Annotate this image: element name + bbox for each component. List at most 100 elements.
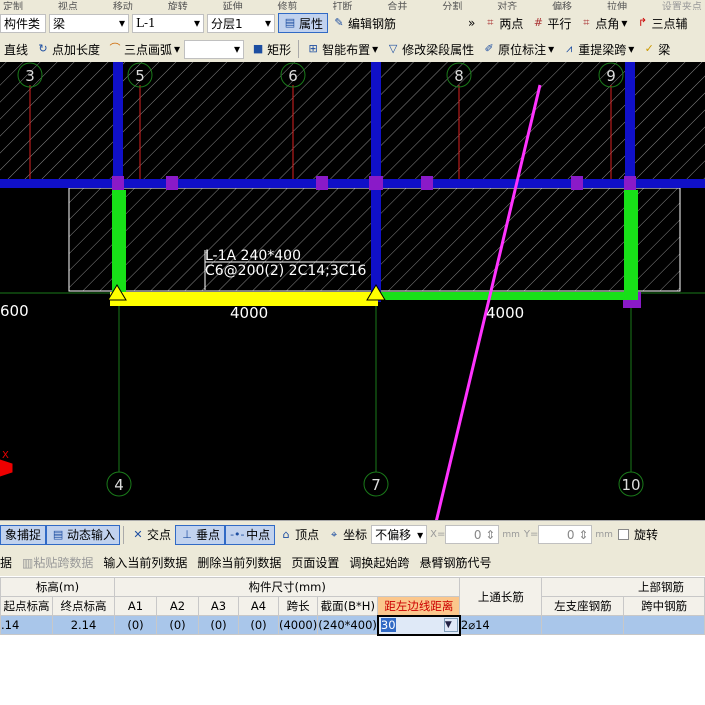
page-setup-button[interactable]: 页面设置 xyxy=(291,554,339,571)
cell[interactable]: .14 xyxy=(0,615,53,635)
menu-item[interactable]: 据 xyxy=(0,554,12,571)
point-angle-icon: ⌗ xyxy=(583,16,590,29)
dynamic-input-icon: ▤ xyxy=(52,527,64,541)
tb-item[interactable]: 旋转 xyxy=(167,0,189,11)
tb-item[interactable]: 拉伸 xyxy=(606,0,628,11)
tb-item[interactable]: 视点 xyxy=(57,0,79,11)
edit-rebar-button[interactable]: ✎ 编辑钢筋 xyxy=(328,13,400,33)
vertex-toggle[interactable]: ⌂ 顶点 xyxy=(275,525,323,545)
y-input[interactable]: 0 ⇕ xyxy=(538,525,593,544)
paste-span-button[interactable]: ▥粘贴跨数据 xyxy=(22,554,93,571)
cell[interactable]: (0) xyxy=(198,615,239,635)
separator xyxy=(298,40,300,58)
smart-layout-button[interactable]: ⊞ 智能布置 ▾ xyxy=(302,39,382,59)
modify-segment-button[interactable]: ▽ 修改梁段属性 xyxy=(382,39,478,59)
cell[interactable] xyxy=(541,615,625,635)
x-input[interactable]: 0 ⇕ xyxy=(445,525,500,544)
midpoint-toggle[interactable]: -•- 中点 xyxy=(225,524,276,545)
intersection-icon: ✕ xyxy=(133,527,143,541)
category-select[interactable]: 梁 ▾ xyxy=(49,13,129,33)
rect-button[interactable]: ■ 矩形 xyxy=(247,39,295,59)
cell[interactable]: (0) xyxy=(114,615,157,635)
point-length-icon: ↻ xyxy=(38,42,48,55)
floor-select[interactable]: 分层1 ▾ xyxy=(207,13,275,33)
component-type-select[interactable]: 构件类 xyxy=(0,13,46,33)
cell[interactable]: (0) xyxy=(238,615,279,635)
column-header: A1 xyxy=(114,596,157,616)
group-header: 标高(m) xyxy=(0,577,115,597)
arc-option-select[interactable]: ▾ xyxy=(184,39,245,59)
more-button[interactable]: » xyxy=(464,13,479,33)
perpendicular-toggle[interactable]: ⊥ 垂点 xyxy=(175,524,226,545)
chevron-down-icon: ▾ xyxy=(118,16,125,30)
line-button[interactable]: 直线 xyxy=(0,39,32,59)
component-name-select[interactable]: L-1 ▾ xyxy=(132,13,204,33)
paste-icon: ▥ xyxy=(22,555,34,570)
tb-item[interactable]: 分割 xyxy=(441,0,463,11)
column-wall xyxy=(113,62,123,188)
column-header-highlighted: 距左边线距离 xyxy=(377,596,461,616)
tb-item[interactable]: 偏移 xyxy=(551,0,573,11)
point-length-label: 点加长度 xyxy=(52,42,101,57)
parallel-button[interactable]: # 平行 xyxy=(527,13,575,33)
axis-label: 3 xyxy=(25,67,35,85)
dynamic-input-toggle[interactable]: ▤ 动态输入 xyxy=(46,524,121,545)
coordinate-toggle[interactable]: ⌖ 坐标 xyxy=(323,525,371,545)
tb-item[interactable]: 打断 xyxy=(331,0,353,11)
in-situ-label: 原位标注 xyxy=(498,42,547,57)
axis-label: 7 xyxy=(371,476,381,494)
pen-icon: ✎ xyxy=(334,16,344,29)
tb-item[interactable]: 修剪 xyxy=(277,0,299,11)
column-header: 左支座钢筋 xyxy=(541,596,625,616)
cell[interactable] xyxy=(623,615,705,635)
point-length-button[interactable]: ↻ 点加长度 xyxy=(32,39,104,59)
intersection-toggle[interactable]: ✕ 交点 xyxy=(127,525,175,545)
column-header: 跨长 xyxy=(277,596,319,616)
midpoint-icon: -•- xyxy=(230,527,245,541)
offset-select[interactable]: 不偏移 ▾ xyxy=(371,525,428,544)
cell[interactable]: (0) xyxy=(156,615,199,635)
re-extract-button[interactable]: ⩘ 重提梁跨 ▾ xyxy=(558,39,638,59)
chevron-down-icon: ▾ xyxy=(264,16,271,30)
tb-item[interactable]: 定制 xyxy=(2,0,24,11)
beam-button[interactable]: ✓ 梁 xyxy=(638,39,674,59)
tb-item[interactable]: 移动 xyxy=(112,0,134,11)
x-label: X= xyxy=(430,529,446,540)
properties-button[interactable]: ▤ 属性 xyxy=(278,13,329,33)
filter-icon: ▽ xyxy=(388,42,398,55)
swap-start-span-button[interactable]: 调换起始跨 xyxy=(349,554,409,571)
tb-item[interactable]: 延伸 xyxy=(222,0,244,11)
annotate-icon: ✐ xyxy=(484,42,494,55)
three-arc-button[interactable]: ⌒ 三点画弧 ▾ xyxy=(104,39,184,59)
three-point-button[interactable]: ↱ 三点辅 xyxy=(631,13,691,33)
cell[interactable]: 2.14 xyxy=(52,615,115,635)
chevron-down-icon: ▾ xyxy=(234,42,241,56)
offset-cell-editor[interactable]: 30 ▼ xyxy=(376,614,461,636)
tb-item[interactable]: 对齐 xyxy=(496,0,518,11)
tb-item[interactable]: 合并 xyxy=(386,0,408,11)
beam-label: 梁 xyxy=(658,42,671,57)
in-situ-button[interactable]: ✐ 原位标注 ▾ xyxy=(478,39,558,59)
two-point-button[interactable]: ⌗ 两点 xyxy=(479,13,527,33)
cad-canvas[interactable]: L-1A 240*400 C6@200(2) 2C14;3C16 4000 40… xyxy=(0,62,705,520)
vertex-label: 顶点 xyxy=(295,528,320,542)
slab-hatch xyxy=(0,62,705,180)
cell[interactable]: (4000) xyxy=(277,615,319,635)
chevron-down-icon[interactable]: ▼ xyxy=(443,617,458,632)
input-column-button[interactable]: 输入当前列数据 xyxy=(103,554,187,571)
set-grip-button[interactable]: 设置夹点 xyxy=(661,0,703,11)
ucs-icon: X xyxy=(0,450,13,477)
cantilever-code-button[interactable]: 悬臂钢筋代号 xyxy=(419,554,491,571)
rotate-checkbox[interactable] xyxy=(617,529,629,540)
cell[interactable]: 2⌀14 xyxy=(459,615,543,635)
three-point-label: 三点辅 xyxy=(651,16,688,31)
cell[interactable]: (240*400) xyxy=(317,615,379,635)
delete-column-button[interactable]: 删除当前列数据 xyxy=(197,554,281,571)
point-angle-button[interactable]: ⌗ 点角 ▾ xyxy=(575,13,631,33)
object-snap-toggle[interactable]: 象捕捉 xyxy=(0,524,47,545)
beam-label-2: C6@200(2) 2C14;3C16 xyxy=(205,263,366,279)
beam-label-1: L-1A 240*400 xyxy=(205,248,301,264)
axis-label: 5 xyxy=(135,67,145,85)
beam-span-table: 标高(m) 构件尺寸(mm) 上通长筋 上部钢筋 起点标高 终点标高 A1 A2… xyxy=(0,577,705,636)
table-row[interactable]: .14 2.14 (0) (0) (0) (0) (4000) (240*400… xyxy=(0,614,705,636)
